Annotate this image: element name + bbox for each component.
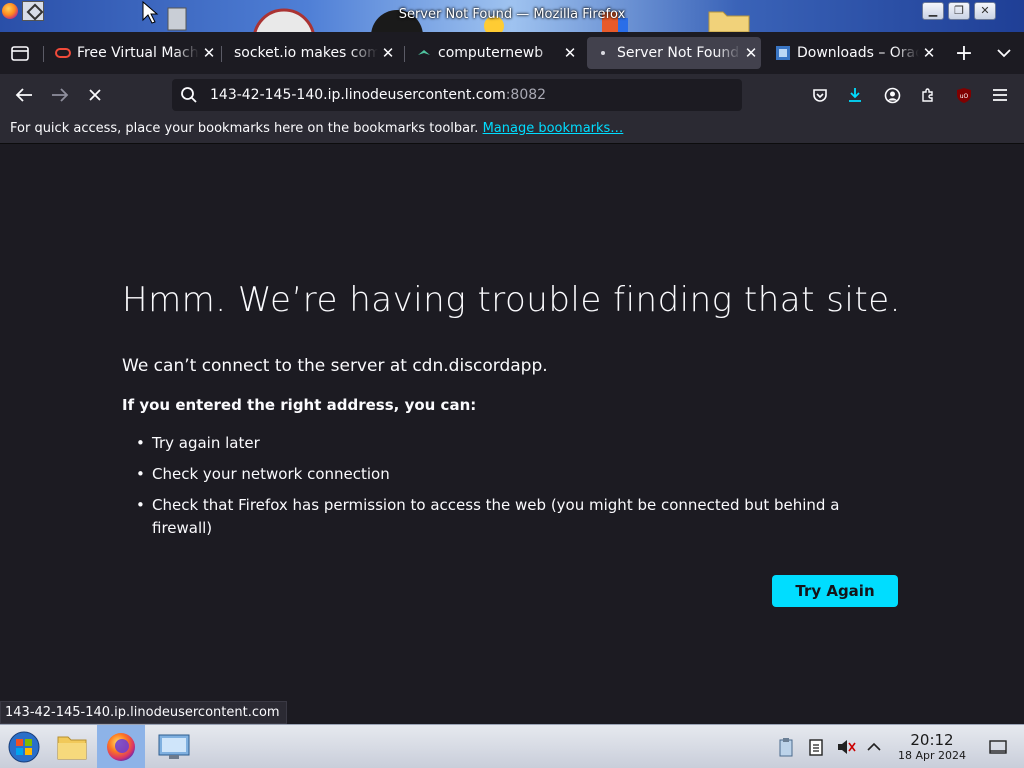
maximize-button[interactable]: ❐: [948, 2, 970, 20]
stop-loading-button[interactable]: [80, 81, 110, 109]
page-content: Hmm. We’re having trouble finding that s…: [0, 144, 1024, 724]
show-desktop-button[interactable]: [988, 736, 1008, 758]
back-button[interactable]: [9, 81, 39, 109]
error-hint: If you entered the right address, you ca…: [122, 396, 477, 414]
account-icon: [884, 87, 900, 103]
arrow-right-icon: [52, 88, 69, 102]
forward-button[interactable]: [45, 81, 75, 109]
error-description: We can’t connect to the server at cdn.di…: [122, 356, 548, 376]
minimize-button[interactable]: ▁: [922, 2, 944, 20]
plus-icon: +: [954, 40, 974, 66]
puzzle-icon: [922, 88, 933, 102]
chevron-down-icon: [997, 49, 1011, 58]
notes-tray-icon[interactable]: [806, 736, 826, 758]
clock-date[interactable]: 18 Apr 2024: [892, 749, 972, 762]
manage-bookmarks-link[interactable]: Manage bookmarks…: [483, 121, 624, 136]
window-title: Server Not Found — Mozilla Firefox: [398, 7, 626, 22]
close-tab-icon[interactable]: ✕: [741, 44, 761, 62]
url-text: 143-42-145-140.ip.linodeusercontent.com:…: [210, 87, 546, 103]
firefox-view-button[interactable]: [6, 40, 34, 66]
close-tab-icon[interactable]: ✕: [560, 44, 580, 62]
taskbar-firefox[interactable]: [97, 725, 145, 768]
volume-muted-icon[interactable]: [836, 736, 856, 758]
close-tab-icon[interactable]: ✕: [199, 44, 219, 62]
folder-icon: [57, 736, 87, 760]
clock-time[interactable]: 20:12: [897, 731, 967, 749]
close-tab-icon[interactable]: ✕: [378, 44, 398, 62]
tab-strip: Free Virtual Machines ✕ socket.io makes …: [0, 32, 1024, 74]
ublock-shield-icon: uO: [957, 87, 971, 103]
pocket-icon: [813, 89, 827, 102]
firefox-view-icon: [11, 46, 29, 61]
list-all-tabs-button[interactable]: [990, 40, 1018, 66]
taskbar: 20:12 18 Apr 2024: [0, 724, 1024, 768]
close-tab-icon[interactable]: ✕: [919, 44, 939, 62]
list-item: Check that Firefox has permission to acc…: [122, 494, 862, 540]
tab-label: Server Not Found: [617, 45, 740, 61]
stop-x-icon: [89, 89, 101, 101]
arrow-left-icon: [15, 88, 32, 102]
taskbar-file-manager[interactable]: [48, 725, 96, 768]
start-button[interactable]: [0, 725, 48, 768]
pocket-button[interactable]: [805, 81, 835, 109]
show-desktop-icon: [989, 740, 1007, 754]
tab-separator: [404, 46, 405, 62]
downloads-page-icon: [775, 45, 791, 61]
start-orb-icon: [8, 731, 40, 763]
tab-free-virtual-machines[interactable]: Free Virtual Machines ✕: [47, 37, 219, 69]
monitor-icon: [158, 734, 190, 759]
error-title: Hmm. We’re having trouble finding that s…: [122, 280, 901, 320]
suggestion-list: Try again later Check your network conne…: [122, 432, 862, 548]
tab-separator: [43, 46, 44, 62]
dot-icon: [595, 45, 611, 61]
tab-socket-io[interactable]: socket.io makes comp ✕: [226, 37, 398, 69]
downloads-button[interactable]: [840, 81, 870, 109]
tab-label: socket.io makes comp: [234, 45, 378, 61]
hamburger-menu-icon: [993, 89, 1007, 101]
account-button[interactable]: [877, 81, 907, 109]
navigation-toolbar: 143-42-145-140.ip.linodeusercontent.com:…: [0, 74, 1024, 116]
url-port: :8082: [505, 87, 547, 103]
tab-computernewb[interactable]: computernewb ✕: [408, 37, 580, 69]
url-host: 143-42-145-140.ip.linodeusercontent.com: [210, 87, 506, 103]
new-tab-button[interactable]: +: [950, 40, 978, 66]
close-window-button[interactable]: ✕: [974, 2, 996, 20]
clipboard-tray-icon[interactable]: [776, 736, 796, 758]
download-icon: [849, 88, 861, 102]
tab-label: computernewb: [438, 45, 544, 61]
tab-separator: [221, 46, 222, 62]
status-panel: 143-42-145-140.ip.linodeusercontent.com: [0, 701, 287, 724]
taskbar-remote-desktop[interactable]: [150, 725, 198, 768]
app-menu-button[interactable]: [985, 81, 1015, 109]
svg-text:uO: uO: [960, 93, 969, 100]
tab-server-not-found[interactable]: Server Not Found ✕: [587, 37, 761, 69]
extensions-button[interactable]: [913, 81, 943, 109]
window-titlebar: Server Not Found — Mozilla Firefox ▁ ❐ ✕: [0, 0, 1024, 32]
bookmarks-toolbar: For quick access, place your bookmarks h…: [0, 116, 1024, 144]
tab-label: Free Virtual Machines: [77, 45, 199, 61]
list-item: Try again later: [122, 432, 862, 455]
search-icon: [181, 87, 197, 103]
try-again-button[interactable]: Try Again: [772, 575, 898, 607]
bookmarks-hint-text: For quick access, place your bookmarks h…: [10, 121, 479, 136]
chevron-up-icon[interactable]: [864, 736, 884, 758]
tab-label: Downloads – Oracle: [797, 45, 919, 61]
list-item: Check your network connection: [122, 463, 862, 486]
ublock-origin-button[interactable]: uO: [949, 81, 979, 109]
oracle-ring-icon: [55, 45, 71, 61]
computernewb-icon: [416, 45, 432, 61]
address-bar[interactable]: 143-42-145-140.ip.linodeusercontent.com:…: [172, 79, 742, 111]
tab-downloads-oracle[interactable]: Downloads – Oracle ✕: [767, 37, 939, 69]
firefox-icon: [107, 733, 135, 761]
